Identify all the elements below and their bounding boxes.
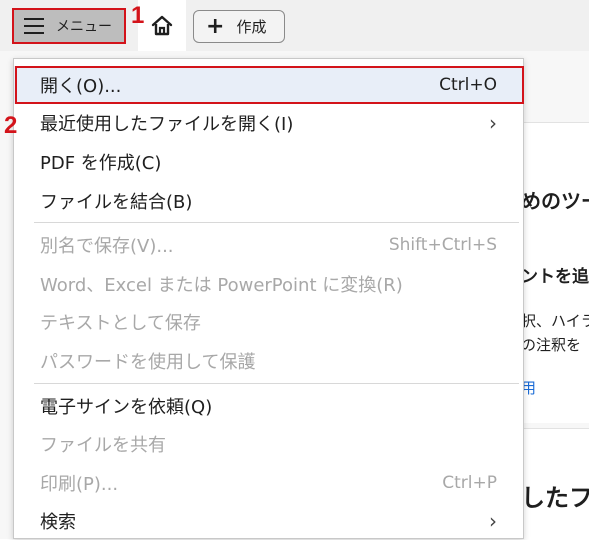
menu-item-convert[interactable]: Word、Excel または PowerPoint に変換(R) bbox=[14, 265, 523, 303]
bg-heading-tools: めのツー bbox=[521, 189, 589, 213]
menu-item-label: Word、Excel または PowerPoint に変換(R) bbox=[40, 275, 403, 296]
hamburger-icon bbox=[24, 18, 44, 34]
highlight-box-open bbox=[15, 66, 524, 104]
menu-item-label: 印刷(P)... bbox=[40, 474, 119, 495]
menu-item-combine-files[interactable]: ファイルを結合(B) bbox=[14, 182, 523, 220]
menu-item-label: テキストとして保存 bbox=[40, 313, 201, 334]
menu-item-share-file[interactable]: ファイルを共有 bbox=[14, 425, 523, 463]
plus-icon: + bbox=[206, 13, 225, 39]
menu-item-label: 最近使用したファイルを開く(I) bbox=[40, 114, 294, 135]
bg-desc-1: 択、ハイラ bbox=[521, 312, 589, 330]
create-button[interactable]: + 作成 bbox=[193, 10, 285, 43]
step-marker-1: 1 bbox=[131, 2, 145, 29]
menu-item-request-esign[interactable]: 電子サインを依頼(Q) bbox=[14, 387, 523, 425]
menu-item-label: ファイルを共有 bbox=[40, 435, 166, 456]
bg-desc-2: の注釈を bbox=[521, 336, 582, 354]
menu-item-create-pdf[interactable]: PDF を作成(C) bbox=[14, 143, 523, 181]
menu-item-label: パスワードを使用して保護 bbox=[40, 352, 256, 373]
menu-divider bbox=[34, 222, 519, 223]
main-menu-dropdown: 開く(O)... Ctrl+O 最近使用したファイルを開く(I) › PDF を… bbox=[13, 58, 524, 539]
menu-item-search[interactable]: 検索 › bbox=[14, 502, 523, 540]
menu-item-label: ファイルを結合(B) bbox=[40, 192, 193, 213]
menu-item-save-as-text[interactable]: テキストとして保存 bbox=[14, 303, 523, 341]
home-icon bbox=[151, 15, 173, 35]
menu-item-protect-password[interactable]: パスワードを使用して保護 bbox=[14, 342, 523, 380]
menu-button-label: メニュー bbox=[56, 19, 112, 35]
chevron-right-icon: › bbox=[489, 111, 497, 135]
create-button-label: 作成 bbox=[236, 18, 267, 36]
menu-item-label: 検索 bbox=[40, 512, 76, 533]
chevron-right-icon: › bbox=[489, 509, 497, 533]
menu-item-save-as[interactable]: 別名で保存(V)... Shift+Ctrl+S bbox=[14, 226, 523, 264]
menu-divider bbox=[34, 383, 519, 384]
menu-item-label: 別名で保存(V)... bbox=[40, 236, 174, 257]
menu-item-shortcut: Shift+Ctrl+S bbox=[388, 235, 497, 255]
step-marker-2: 2 bbox=[4, 112, 18, 139]
top-toolbar: メニュー + 作成 bbox=[0, 0, 589, 51]
menu-item-label: PDF を作成(C) bbox=[40, 153, 162, 174]
menu-item-shortcut: Ctrl+P bbox=[442, 473, 497, 493]
menu-item-label: 電子サインを依頼(Q) bbox=[40, 397, 213, 418]
menu-button[interactable]: メニュー bbox=[12, 8, 126, 44]
menu-item-print[interactable]: 印刷(P)... Ctrl+P bbox=[14, 464, 523, 502]
bg-heading-recent: したフ bbox=[521, 484, 589, 512]
home-tab[interactable] bbox=[138, 0, 186, 51]
menu-item-open-recent[interactable]: 最近使用したファイルを開く(I) › bbox=[14, 104, 523, 142]
bg-subheading: ントを追 bbox=[521, 267, 589, 287]
